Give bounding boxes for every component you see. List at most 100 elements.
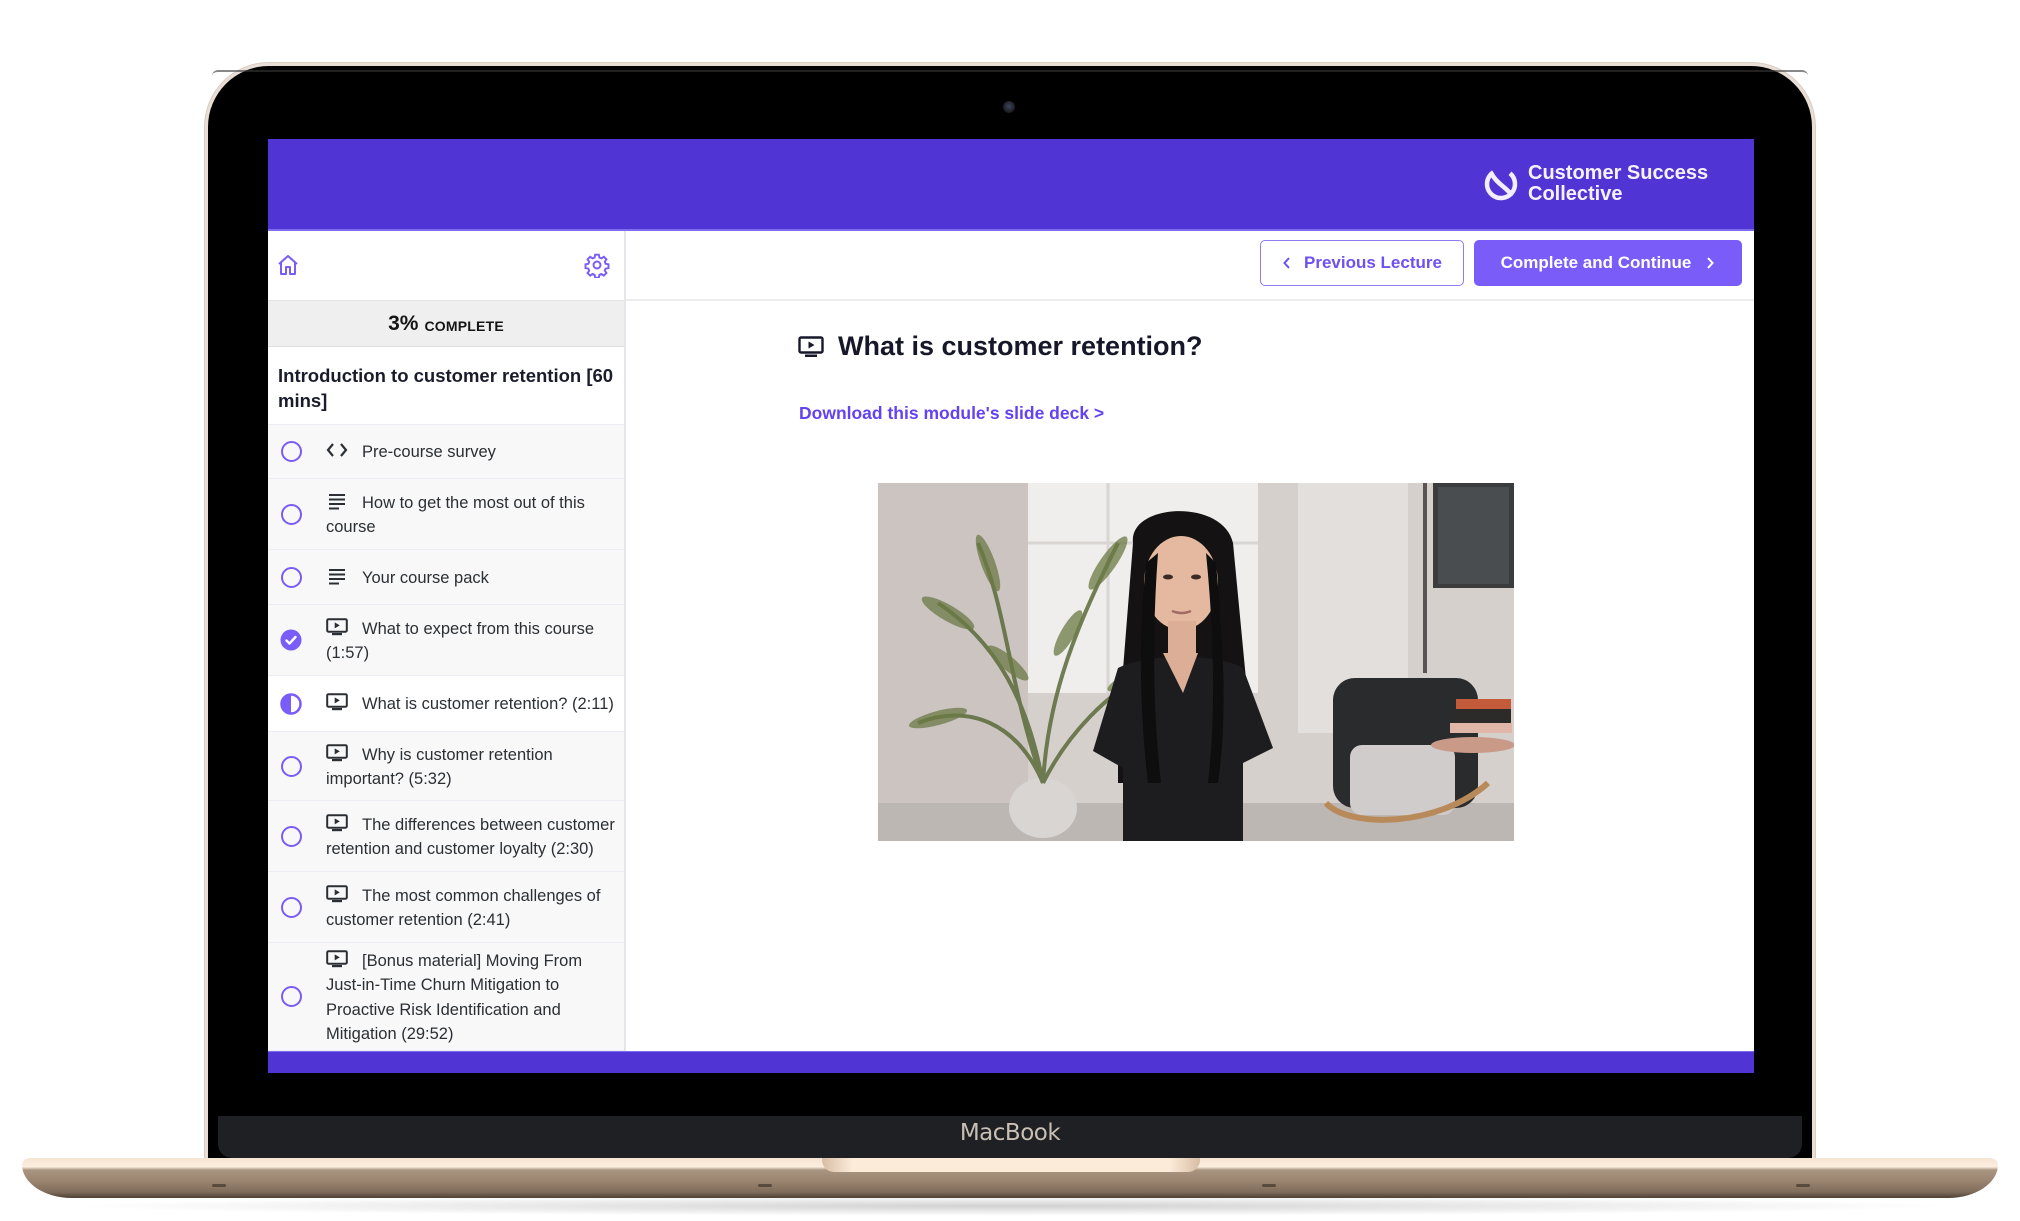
lecture-status[interactable] (268, 676, 314, 731)
text-lines-icon (329, 493, 345, 509)
lecture-item-text: The differences between customer retenti… (326, 813, 620, 862)
course-progress: 3% COMPLETE (268, 301, 624, 347)
chevron-right-icon (1707, 257, 1715, 269)
lecture-list-item[interactable]: How to get the most out of this course (268, 479, 624, 550)
camera-icon (1003, 101, 1015, 113)
download-slide-deck-link[interactable]: Download this module's slide deck > (799, 403, 1104, 424)
brand-name: Customer Success Collective (1528, 162, 1709, 205)
lecture-status[interactable] (268, 479, 314, 549)
lecture-item-label: The most common challenges of customer r… (326, 886, 601, 930)
progress-label: COMPLETE (424, 317, 504, 334)
lecture-list: Pre-course survey How to get the most out… (268, 425, 624, 1051)
brand-logo-icon (1484, 167, 1518, 201)
lecture-heading: What is customer retention? (798, 331, 1203, 362)
lecture-item-text: What to expect from this course (1:57) (326, 617, 620, 666)
lecture-status[interactable] (268, 732, 314, 800)
video-icon (326, 617, 348, 635)
screen: Customer Success Collective 3% COMPLETE … (268, 139, 1754, 1073)
home-icon[interactable] (276, 253, 300, 277)
lecture-item-body[interactable]: Your course pack (314, 550, 624, 604)
lecture-item-body[interactable]: What to expect from this course (1:57) (314, 605, 624, 675)
lecture-video-player[interactable] (878, 483, 1514, 841)
video-icon (798, 335, 824, 357)
lecture-status[interactable] (268, 550, 314, 604)
lecture-item-text: Your course pack (326, 566, 489, 591)
sidebar-toolbar (268, 231, 624, 301)
video-icon (326, 949, 348, 967)
complete-and-continue-label: Complete and Continue (1500, 253, 1692, 272)
lecture-item-body[interactable]: Pre-course survey (314, 425, 624, 478)
laptop-foot (1262, 1184, 1276, 1187)
lecture-item-text: The most common challenges of customer r… (326, 884, 620, 933)
lecture-status[interactable] (268, 605, 314, 675)
chevron-left-icon (1283, 257, 1290, 269)
incomplete-status-icon (280, 825, 302, 847)
lecture-item-label: How to get the most out of this course (326, 493, 585, 537)
video-icon (326, 884, 348, 902)
lecture-item-label: Your course pack (362, 568, 489, 587)
lecture-list-item[interactable]: The most common challenges of customer r… (268, 872, 624, 943)
lecture-list-item[interactable]: [Bonus material] Moving From Just-in-Tim… (268, 943, 624, 1051)
lecture-content: Previous Lecture Complete and Continue W… (626, 231, 1754, 1051)
lecture-status[interactable] (268, 425, 314, 478)
laptop-base-notch (822, 1158, 1200, 1172)
lecture-list-item[interactable]: Pre-course survey (268, 425, 624, 479)
completed-check-icon (280, 629, 302, 651)
video-frame-image (878, 483, 1514, 841)
incomplete-status-icon (280, 755, 302, 777)
video-icon (326, 743, 348, 761)
lecture-item-body[interactable]: [Bonus material] Moving From Just-in-Tim… (314, 943, 624, 1050)
in-progress-status-icon (280, 692, 302, 715)
laptop-foot (212, 1184, 226, 1187)
video-icon (326, 813, 348, 831)
laptop-lid-edge (212, 70, 1808, 76)
laptop-shadow (60, 1196, 1960, 1216)
incomplete-status-icon (280, 503, 302, 525)
previous-lecture-label: Previous Lecture (1304, 253, 1442, 272)
brand-logo-link[interactable]: Customer Success Collective (1484, 163, 1718, 205)
laptop-foot (1796, 1184, 1810, 1187)
lecture-list-item[interactable]: What to expect from this course (1:57) (268, 605, 624, 676)
previous-lecture-button[interactable]: Previous Lecture (1260, 240, 1464, 286)
code-icon (326, 443, 348, 457)
lecture-item-label: The differences between customer retenti… (326, 815, 615, 859)
lecture-toolbar: Previous Lecture Complete and Continue (626, 231, 1754, 301)
lecture-item-body[interactable]: The most common challenges of customer r… (314, 872, 624, 942)
incomplete-status-icon (280, 441, 302, 462)
video-icon (326, 693, 348, 711)
lecture-list-item[interactable]: What is customer retention? (2:11) (268, 676, 624, 732)
lecture-item-body[interactable]: What is customer retention? (2:11) (314, 676, 624, 731)
laptop-foot (758, 1184, 772, 1187)
lecture-item-body[interactable]: The differences between customer retenti… (314, 801, 624, 871)
complete-and-continue-button[interactable]: Complete and Continue (1474, 240, 1742, 286)
lecture-item-text: Pre-course survey (326, 440, 496, 465)
lecture-item-label: What to expect from this course (1:57) (326, 619, 595, 663)
progress-percent: 3% (388, 311, 419, 335)
module-title: Introduction to customer retention [60 m… (268, 347, 624, 425)
lecture-status[interactable] (268, 943, 314, 1050)
lecture-item-label: What is customer retention? (2:11) (362, 695, 614, 714)
lecture-item-text: Why is customer retention important? (5:… (326, 743, 620, 792)
incomplete-status-icon (280, 986, 302, 1007)
lecture-item-label: [Bonus material] Moving From Just-in-Tim… (326, 951, 583, 1044)
course-sidebar: 3% COMPLETE Introduction to customer ret… (268, 231, 626, 1051)
footer-bar (268, 1051, 1754, 1073)
lecture-status[interactable] (268, 801, 314, 871)
lecture-item-text: [Bonus material] Moving From Just-in-Tim… (326, 949, 620, 1047)
lecture-item-text: What is customer retention? (2:11) (326, 692, 614, 717)
lecture-status[interactable] (268, 872, 314, 942)
lecture-list-item[interactable]: Your course pack (268, 550, 624, 605)
gear-icon[interactable] (584, 252, 610, 278)
text-lines-icon (329, 568, 345, 585)
lecture-item-body[interactable]: Why is customer retention important? (5:… (314, 732, 624, 800)
app-header: Customer Success Collective (268, 139, 1754, 231)
lecture-item-body[interactable]: How to get the most out of this course (314, 479, 624, 549)
lecture-item-text: How to get the most out of this course (326, 491, 620, 540)
lecture-list-item[interactable]: Why is customer retention important? (5:… (268, 732, 624, 801)
incomplete-status-icon (280, 566, 302, 588)
lecture-item-label: Pre-course survey (362, 443, 496, 462)
lecture-list-item[interactable]: The differences between customer retenti… (268, 801, 624, 872)
incomplete-status-icon (280, 896, 302, 918)
lecture-item-label: Why is customer retention important? (5:… (326, 745, 553, 789)
lecture-title: What is customer retention? (838, 331, 1203, 361)
